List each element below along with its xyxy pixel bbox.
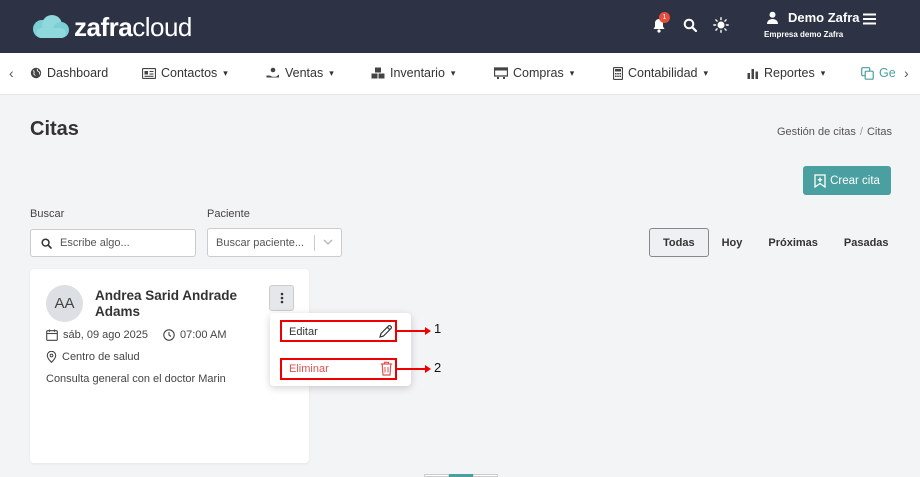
- appointment-card[interactable]: AA Andrea Sarid Andrade Adams sáb, 09 ag…: [30, 269, 309, 463]
- location-text: Centro de salud: [62, 351, 140, 363]
- annotation-label-1: 1: [434, 321, 442, 336]
- chevron-down-icon: [323, 239, 333, 246]
- filter-tab-hoy[interactable]: Hoy: [709, 228, 756, 257]
- clock-icon: [163, 329, 175, 341]
- hamburger-menu-button[interactable]: [863, 13, 876, 28]
- nav-label: Contabilidad: [628, 66, 698, 80]
- bookmark-add-icon: [814, 173, 826, 188]
- filter-tab-todas[interactable]: Todas: [649, 228, 709, 257]
- cart-icon: [494, 67, 508, 79]
- date-filter-tabs: Todas Hoy Próximas Pasadas: [649, 228, 902, 257]
- nav-item-dashboard[interactable]: Dashboard: [30, 66, 108, 80]
- chevron-down-icon: ▾: [569, 67, 575, 78]
- nav-item-compras[interactable]: Compras ▾: [494, 66, 574, 80]
- logo[interactable]: zafracloud: [30, 11, 192, 43]
- annotation-box-1: [280, 320, 397, 342]
- card-options-button[interactable]: [269, 285, 294, 311]
- annotation-label-2: 2: [434, 360, 442, 375]
- patient-select-placeholder: Buscar paciente...: [216, 236, 305, 249]
- calculator-icon: [613, 66, 623, 80]
- user-name: Demo Zafra: [788, 10, 860, 25]
- nav-item-contactos[interactable]: Contactos ▾: [142, 66, 228, 80]
- user-menu[interactable]: Demo Zafra Empresa demo Zafra: [764, 10, 860, 39]
- annotation-arrows: [397, 327, 431, 373]
- filter-tab-pasadas[interactable]: Pasadas: [831, 228, 902, 257]
- create-appointment-button[interactable]: Crear cita: [803, 166, 891, 195]
- nav-label: Compras: [513, 66, 564, 80]
- chevron-down-icon: ▾: [820, 67, 826, 78]
- breadcrumb: Gestión de citas / Citas: [777, 126, 892, 138]
- patient-name: Andrea Sarid Andrade Adams: [95, 288, 238, 319]
- create-button-label: Crear cita: [830, 174, 880, 187]
- nav-label: Reportes: [764, 66, 815, 80]
- bar-chart-icon: [747, 68, 758, 79]
- nav-item-reportes[interactable]: Reportes ▾: [747, 66, 825, 80]
- cloud-logo-icon: [33, 15, 69, 38]
- top-header: zafracloud 1 Demo Zafra Empresa demo Zaf…: [0, 0, 920, 53]
- search-button[interactable]: [679, 14, 701, 36]
- notification-badge: 1: [659, 12, 670, 23]
- copy-icon: [861, 66, 874, 80]
- nav-item-contabilidad[interactable]: Contabilidad ▾: [613, 66, 708, 80]
- kebab-menu-icon: [280, 292, 283, 304]
- patient-select[interactable]: Buscar paciente...: [207, 228, 342, 257]
- company-name: Empresa demo Zafra: [764, 30, 844, 39]
- nav-label: Ge: [879, 66, 896, 80]
- theme-toggle-button[interactable]: [710, 14, 732, 36]
- nav-item-inventario[interactable]: Inventario ▾: [371, 66, 455, 80]
- nav-label: Inventario: [390, 66, 445, 80]
- annotation-box-2: [280, 358, 397, 380]
- select-divider: [314, 235, 315, 251]
- notifications-button[interactable]: 1: [648, 12, 670, 36]
- chevron-down-icon: ▾: [703, 67, 709, 78]
- filter-tab-proximas[interactable]: Próximas: [755, 228, 831, 257]
- nav-item-ventas[interactable]: Ventas ▾: [266, 66, 334, 80]
- appointment-time: 07:00 AM: [163, 329, 226, 341]
- logo-text: zafracloud: [74, 11, 192, 42]
- sun-icon: [713, 17, 729, 33]
- date-text: sáb, 09 ago 2025: [63, 329, 149, 341]
- nav-scroll-right-button[interactable]: ›: [904, 65, 909, 81]
- chevron-down-icon: ▾: [329, 67, 334, 78]
- hand-coin-icon: [266, 67, 279, 78]
- page-title: Citas: [30, 118, 79, 140]
- patient-label: Paciente: [207, 208, 250, 220]
- hamburger-icon: [863, 13, 876, 25]
- search-label: Buscar: [30, 208, 65, 220]
- nav-label: Contactos: [161, 66, 218, 80]
- contact-card-icon: [142, 67, 156, 79]
- avatar: AA: [46, 285, 83, 322]
- search-input[interactable]: [60, 237, 180, 249]
- time-text: 07:00 AM: [180, 329, 227, 341]
- map-pin-icon: [46, 351, 57, 363]
- chevron-down-icon: ▾: [223, 67, 228, 78]
- appointment-location: Centro de salud: [46, 351, 140, 363]
- nav-label: Ventas: [285, 66, 324, 80]
- nav-item-ge[interactable]: Ge: [861, 66, 896, 80]
- chevron-down-icon: ▾: [450, 67, 456, 78]
- appointment-description: Consulta general con el doctor Marin: [46, 373, 226, 385]
- search-field[interactable]: [30, 229, 196, 257]
- search-icon: [41, 237, 52, 249]
- globe-icon: [30, 67, 42, 79]
- breadcrumb-item[interactable]: Gestión de citas: [777, 126, 856, 138]
- nav-label: Dashboard: [47, 66, 109, 80]
- search-icon: [683, 18, 697, 32]
- nav-scroll-left-button[interactable]: ‹: [9, 65, 14, 81]
- user-icon: [767, 11, 778, 24]
- boxes-icon: [371, 67, 385, 79]
- main-nav: ‹ Dashboard Contactos ▾ Ventas ▾ Inventari…: [0, 53, 920, 95]
- calendar-icon: [46, 329, 58, 341]
- appointment-date: sáb, 09 ago 2025: [46, 329, 148, 341]
- breadcrumb-current: Citas: [866, 126, 892, 138]
